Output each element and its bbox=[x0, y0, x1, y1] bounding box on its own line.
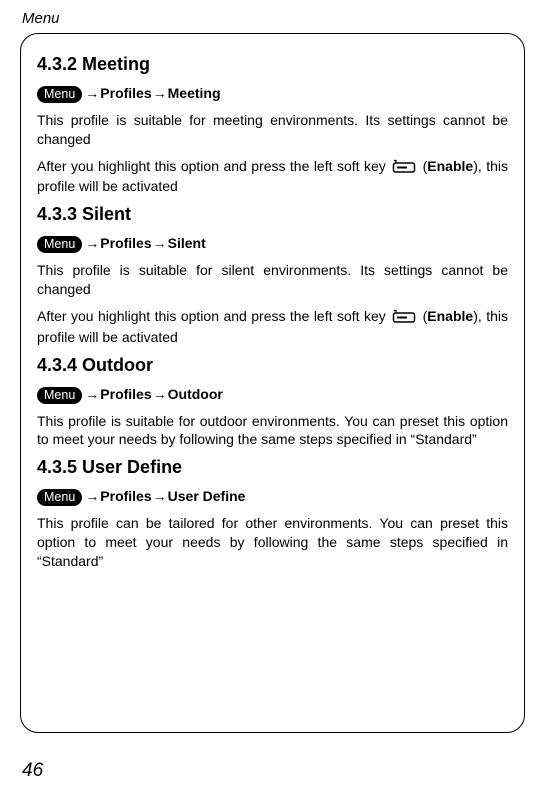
section-heading-meeting: 4.3.2 Meeting bbox=[37, 54, 508, 75]
nav-path-silent: Menu→Profiles→Silent bbox=[37, 235, 508, 253]
page-number: 46 bbox=[22, 760, 43, 782]
arrow-icon: → bbox=[152, 386, 168, 402]
body-text: After you highlight this option and pres… bbox=[37, 157, 508, 197]
content-frame: 4.3.2 Meeting Menu→Profiles→Meeting This… bbox=[20, 33, 525, 733]
menu-badge-icon: Menu bbox=[37, 236, 82, 253]
menu-badge-icon: Menu bbox=[37, 489, 82, 506]
arrow-icon: → bbox=[84, 488, 100, 504]
softkey-icon bbox=[392, 309, 416, 328]
body-text: This profile is suitable for silent envi… bbox=[37, 261, 508, 299]
enable-label: Enable bbox=[427, 158, 473, 174]
nav-path-userdefine: Menu→Profiles→User Define bbox=[37, 488, 508, 506]
nav-target-label: Outdoor bbox=[168, 386, 223, 402]
page: Menu 4.3.2 Meeting Menu→Profiles→Meeting… bbox=[0, 0, 545, 790]
nav-profiles-label: Profiles bbox=[100, 85, 151, 101]
body-text: This profile is suitable for meeting env… bbox=[37, 111, 508, 149]
body-text: This profile can be tailored for other e… bbox=[37, 514, 508, 571]
arrow-icon: → bbox=[84, 235, 100, 251]
body-text-fragment: After you highlight this option and pres… bbox=[37, 308, 390, 324]
body-text: This profile is suitable for outdoor env… bbox=[37, 412, 508, 450]
arrow-icon: → bbox=[152, 488, 168, 504]
running-header: Menu bbox=[22, 10, 525, 27]
section-heading-silent: 4.3.3 Silent bbox=[37, 204, 508, 225]
body-text: After you highlight this option and pres… bbox=[37, 307, 508, 347]
nav-profiles-label: Profiles bbox=[100, 235, 151, 251]
arrow-icon: → bbox=[84, 85, 100, 101]
menu-badge-icon: Menu bbox=[37, 387, 82, 404]
section-heading-outdoor: 4.3.4 Outdoor bbox=[37, 355, 508, 376]
nav-path-meeting: Menu→Profiles→Meeting bbox=[37, 85, 508, 103]
arrow-icon: → bbox=[152, 235, 168, 251]
nav-target-label: Silent bbox=[168, 235, 206, 251]
nav-path-outdoor: Menu→Profiles→Outdoor bbox=[37, 386, 508, 404]
nav-target-label: Meeting bbox=[168, 85, 221, 101]
arrow-icon: → bbox=[84, 386, 100, 402]
nav-target-label: User Define bbox=[168, 488, 246, 504]
nav-profiles-label: Profiles bbox=[100, 488, 151, 504]
body-text-fragment: After you highlight this option and pres… bbox=[37, 158, 390, 174]
softkey-icon bbox=[392, 159, 416, 178]
menu-badge-icon: Menu bbox=[37, 86, 82, 103]
enable-label: Enable bbox=[427, 308, 473, 324]
section-heading-userdefine: 4.3.5 User Define bbox=[37, 457, 508, 478]
arrow-icon: → bbox=[152, 85, 168, 101]
nav-profiles-label: Profiles bbox=[100, 386, 151, 402]
